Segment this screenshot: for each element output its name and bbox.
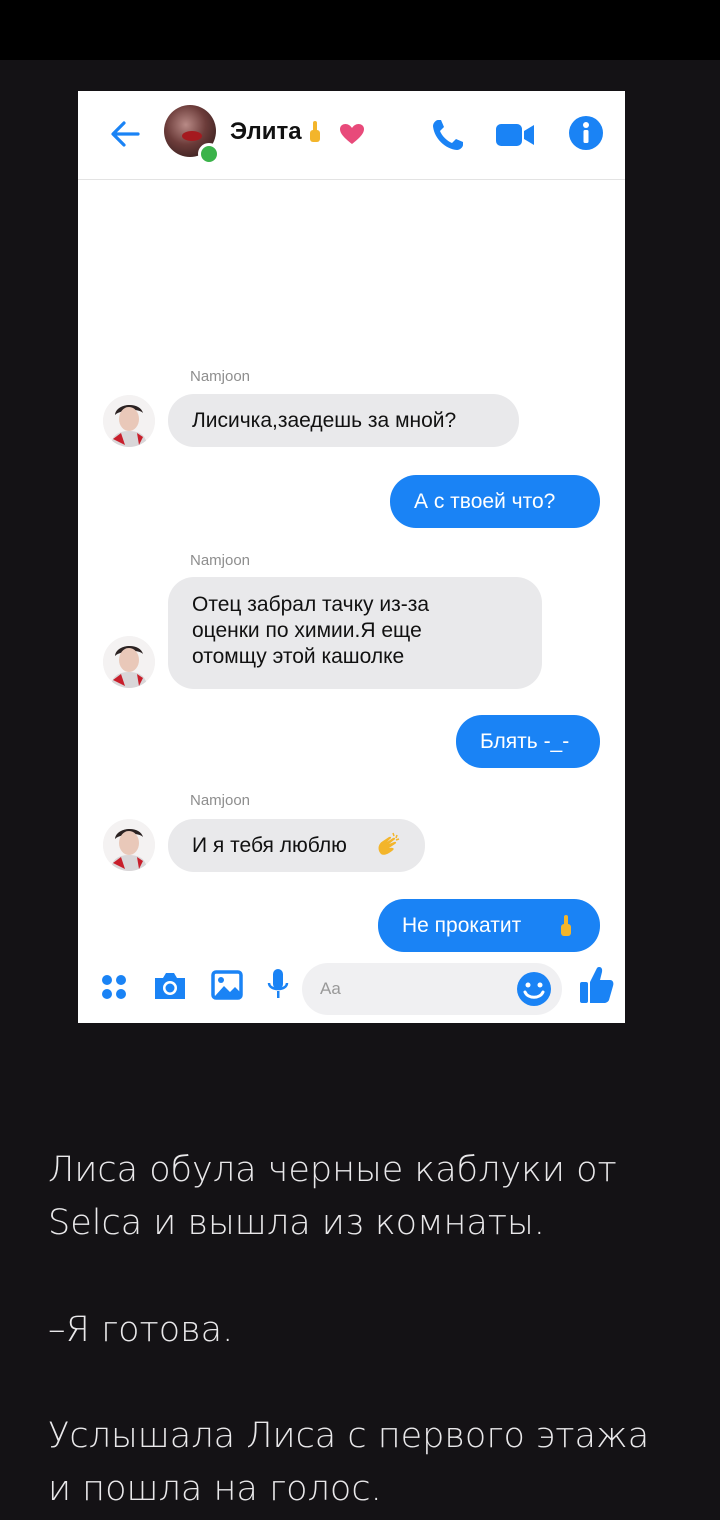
story-line: Лиса обула черные каблуки от [48, 1150, 617, 1190]
outgoing-message-bubble[interactable]: Не прокатит [378, 899, 600, 952]
emoji-icon[interactable] [516, 971, 552, 1007]
sender-avatar[interactable] [103, 636, 155, 688]
camera-icon[interactable] [152, 970, 188, 1002]
message-text: И я тебя люблю [192, 834, 347, 857]
outgoing-message-bubble[interactable]: А с твоей что? [390, 475, 600, 528]
avatar-photo-icon [103, 636, 155, 688]
phone-icon[interactable] [430, 117, 466, 153]
story-line: и пошла на голос. [48, 1469, 382, 1509]
message-text: Блять -_- [480, 730, 570, 753]
chat-header: Элита [78, 91, 625, 180]
story-line: –Я готова. [48, 1310, 234, 1350]
gallery-icon[interactable] [210, 969, 244, 1001]
message-text: Не прокатит [402, 914, 522, 937]
video-camera-icon[interactable] [494, 121, 536, 149]
avatar-photo-icon [103, 395, 155, 447]
message-line: отомщу этой кашолке [192, 645, 405, 668]
clapping-hands-icon [378, 832, 400, 855]
incoming-message-bubble[interactable]: Отец забрал тачку из-за оценки по химии.… [168, 577, 542, 689]
incoming-message-bubble[interactable]: Лисичка,заедешь за мной? [168, 394, 519, 447]
top-black-bar [0, 0, 720, 60]
sender-avatar[interactable] [103, 819, 155, 871]
menu-dots-icon[interactable] [100, 973, 130, 1003]
message-text: А с твоей что? [414, 490, 556, 513]
microphone-icon[interactable] [266, 967, 290, 1003]
story-line: Услышала Лиса с первого этажа [48, 1416, 650, 1456]
chat-screenshot: Элита Namjoon Лисичка,заедешь за мной? А… [78, 91, 625, 1023]
message-line: Отец забрал тачку из-за [192, 593, 429, 616]
info-icon[interactable] [568, 115, 604, 151]
avatar-photo-icon [103, 819, 155, 871]
sender-label: Namjoon [190, 552, 251, 569]
story-paragraph: Услышала Лиса с первого этажа и пошла на… [48, 1410, 688, 1516]
message-input-placeholder: Aa [320, 979, 341, 998]
sender-avatar[interactable] [103, 395, 155, 447]
message-composer: Aa [78, 953, 625, 1023]
sender-label: Namjoon [190, 368, 251, 385]
middle-finger-emoji-icon [310, 121, 320, 142]
incoming-message-bubble[interactable]: И я тебя люблю [168, 819, 425, 872]
middle-finger-emoji-icon [561, 915, 571, 936]
contact-name[interactable]: Элита [230, 117, 302, 147]
sender-label: Namjoon [190, 792, 251, 809]
message-text: Лисичка,заедешь за мной? [192, 409, 457, 432]
message-line: оценки по химии.Я еще [192, 619, 422, 642]
outgoing-message-bubble[interactable]: Блять -_- [456, 715, 600, 768]
story-line: Selca и вышла из комнаты. [48, 1203, 545, 1243]
online-status-dot [198, 143, 220, 165]
story-paragraph: –Я готова. [48, 1304, 688, 1357]
heart-icon [340, 124, 364, 144]
story-paragraph: Лиса обула черные каблуки от Selca и выш… [48, 1144, 688, 1250]
back-arrow-icon[interactable] [108, 117, 142, 151]
thumbs-up-icon[interactable] [578, 965, 614, 1005]
